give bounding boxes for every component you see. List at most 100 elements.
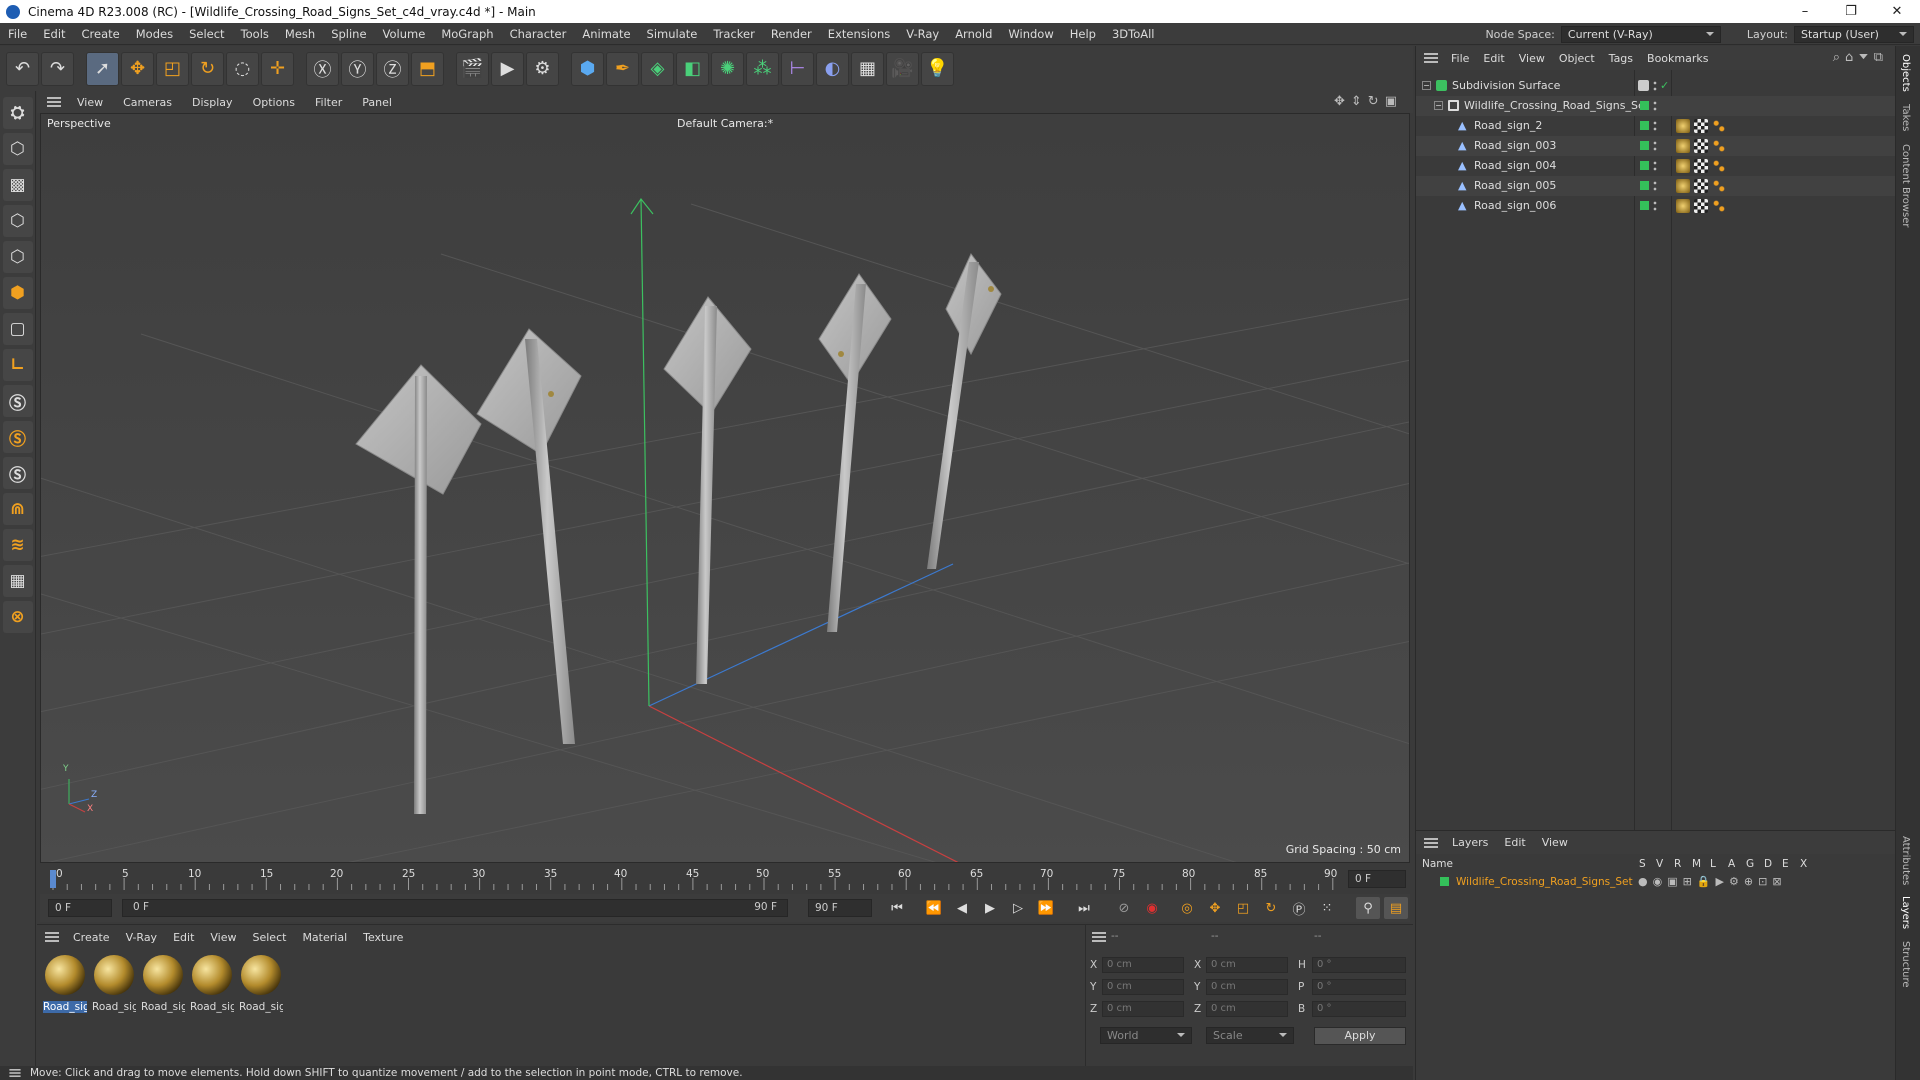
solo-dot-icon[interactable]: ● bbox=[1638, 875, 1653, 888]
field-button[interactable]: ◐ bbox=[816, 51, 849, 86]
record-off-button[interactable]: ⊘ bbox=[1112, 897, 1136, 919]
material-swatch[interactable]: Road_sig bbox=[92, 955, 136, 1013]
light-button[interactable]: 💡 bbox=[921, 51, 954, 86]
menu-mesh[interactable]: Mesh bbox=[277, 23, 323, 45]
keyframe-selection-button[interactable]: ◎ bbox=[1175, 897, 1199, 919]
layers-menu-layers[interactable]: Layers bbox=[1444, 836, 1496, 849]
cloner-button[interactable]: ✺ bbox=[711, 51, 744, 86]
layer-color-icon[interactable] bbox=[1640, 201, 1649, 210]
menu-help[interactable]: Help bbox=[1062, 23, 1104, 45]
timeline-ruler[interactable]: 0 5 10 15 20 25 30 35 40 45 50 55 60 65 … bbox=[40, 866, 1410, 892]
grid-button[interactable]: ▦ bbox=[2, 565, 33, 597]
uv-mode-button[interactable]: ▢ bbox=[2, 313, 33, 345]
status-hamburger-icon[interactable] bbox=[9, 1069, 21, 1077]
size-x-field[interactable]: 0 cm bbox=[1206, 957, 1288, 973]
viewport-menu-options[interactable]: Options bbox=[243, 96, 305, 109]
undo-button[interactable]: ↶ bbox=[6, 51, 39, 86]
editor-visibility-icon[interactable] bbox=[1638, 80, 1649, 91]
viewport-menu-cameras[interactable]: Cameras bbox=[113, 96, 182, 109]
collapse-icon[interactable]: − bbox=[1422, 81, 1431, 90]
timeline-layout-button[interactable]: ▤ bbox=[1384, 897, 1408, 919]
manager-icon[interactable]: ⊞ bbox=[1683, 875, 1697, 888]
next-key-button[interactable]: ⏩ bbox=[1034, 897, 1058, 919]
menu-simulate[interactable]: Simulate bbox=[639, 23, 706, 45]
start-frame-field[interactable]: 0 F bbox=[48, 899, 112, 917]
viewport-hamburger-icon[interactable] bbox=[47, 97, 61, 107]
material-tag-icon[interactable] bbox=[1676, 119, 1690, 133]
snap-button-1[interactable]: Ⓢ bbox=[2, 385, 33, 417]
spline-pen-button[interactable]: ✒ bbox=[606, 51, 639, 86]
minimize-button[interactable]: – bbox=[1782, 0, 1828, 23]
uvw-tag-icon[interactable] bbox=[1694, 159, 1708, 173]
material-menu-vray[interactable]: V-Ray bbox=[118, 931, 166, 944]
layer-color-swatch[interactable] bbox=[1440, 877, 1449, 886]
lock-icon[interactable]: 🔒 bbox=[1697, 875, 1716, 888]
render-view-button[interactable]: ▶ bbox=[491, 51, 524, 86]
3d-viewport[interactable]: Perspective Default Camera:* Grid Spacin… bbox=[40, 113, 1410, 863]
autokey-button[interactable]: ◉ bbox=[1140, 897, 1164, 919]
key-position-button[interactable]: ✥ bbox=[1203, 897, 1227, 919]
current-frame-field[interactable]: 0 F bbox=[1348, 870, 1406, 888]
vray-tag-icon[interactable] bbox=[1712, 119, 1726, 133]
pos-x-field[interactable]: 0 cm bbox=[1102, 957, 1184, 973]
cube-button[interactable]: ⬢ bbox=[571, 51, 604, 86]
motion-mode-button[interactable]: ⚲ bbox=[1356, 897, 1380, 919]
key-rotation-button[interactable]: ↻ bbox=[1259, 897, 1283, 919]
layer-color-icon[interactable] bbox=[1640, 121, 1649, 130]
prev-frame-button[interactable]: ◀ bbox=[950, 897, 974, 919]
axis-mode-button[interactable]: ∟ bbox=[2, 349, 33, 381]
object-menu-object[interactable]: Object bbox=[1552, 52, 1602, 65]
apply-button[interactable]: Apply bbox=[1314, 1027, 1406, 1045]
xref-icon[interactable]: ⊠ bbox=[1772, 875, 1786, 888]
snap-button-3[interactable]: Ⓢ bbox=[2, 457, 33, 489]
menu-create[interactable]: Create bbox=[74, 23, 128, 45]
size-y-field[interactable]: 0 cm bbox=[1206, 979, 1288, 995]
menu-mograph[interactable]: MoGraph bbox=[433, 23, 501, 45]
menu-arnold[interactable]: Arnold bbox=[947, 23, 1000, 45]
viewport-menu-filter[interactable]: Filter bbox=[305, 96, 352, 109]
deformer-icon[interactable]: ⊕ bbox=[1744, 875, 1758, 888]
pos-z-field[interactable]: 0 cm bbox=[1102, 1001, 1184, 1017]
render-region-button[interactable]: 🎬 bbox=[456, 51, 489, 86]
material-menu-edit[interactable]: Edit bbox=[165, 931, 202, 944]
visibility-dots-icon[interactable] bbox=[1653, 160, 1657, 172]
uvw-tag-icon[interactable] bbox=[1694, 179, 1708, 193]
layer-color-icon[interactable] bbox=[1640, 181, 1649, 190]
material-hamburger-icon[interactable] bbox=[45, 932, 59, 942]
viewport-menu-view[interactable]: View bbox=[67, 96, 113, 109]
play-button[interactable]: ▶ bbox=[978, 897, 1002, 919]
menu-spline[interactable]: Spline bbox=[323, 23, 374, 45]
subdivision-button[interactable]: ◈ bbox=[641, 51, 674, 86]
polygons-mode-button[interactable]: ⬢ bbox=[2, 277, 33, 309]
visibility-dots-icon[interactable] bbox=[1653, 180, 1657, 192]
layer-color-icon[interactable] bbox=[1640, 161, 1649, 170]
menu-tracker[interactable]: Tracker bbox=[705, 23, 763, 45]
filter-icon[interactable]: ⏷ bbox=[1858, 50, 1873, 65]
object-menu-tags[interactable]: Tags bbox=[1602, 52, 1640, 65]
tab-content-browser[interactable]: Content Browser bbox=[1900, 144, 1911, 227]
material-swatch[interactable]: Road_sig bbox=[239, 955, 283, 1013]
coord-space-dropdown[interactable]: World bbox=[1100, 1027, 1192, 1044]
end-frame-field[interactable]: 90 F bbox=[808, 899, 872, 917]
material-menu-texture[interactable]: Texture bbox=[355, 931, 411, 944]
material-tag-icon[interactable] bbox=[1676, 139, 1690, 153]
texture-mode-button[interactable]: ▩ bbox=[2, 169, 33, 201]
key-parameter-button[interactable]: Ⓟ bbox=[1287, 897, 1311, 919]
tab-attributes[interactable]: Attributes bbox=[1900, 836, 1911, 885]
maximize-button[interactable]: ❐ bbox=[1828, 0, 1874, 23]
coord-mode-dropdown[interactable]: Scale bbox=[1206, 1027, 1294, 1044]
visibility-dots-icon[interactable] bbox=[1653, 80, 1657, 92]
uvw-tag-icon[interactable] bbox=[1694, 119, 1708, 133]
object-menu-view[interactable]: View bbox=[1512, 52, 1552, 65]
menu-file[interactable]: File bbox=[0, 23, 35, 45]
layers-menu-edit[interactable]: Edit bbox=[1496, 836, 1533, 849]
tab-objects[interactable]: Objects bbox=[1900, 54, 1911, 92]
menu-character[interactable]: Character bbox=[502, 23, 575, 45]
vray-tag-icon[interactable] bbox=[1712, 179, 1726, 193]
edges-mode-button[interactable]: ⬡ bbox=[2, 241, 33, 273]
x-axis-lock-button[interactable]: Ⓧ bbox=[306, 51, 339, 86]
mograph-button[interactable]: ⁂ bbox=[746, 51, 779, 86]
object-row-wildlife-set[interactable]: − Wildlife_Crossing_Road_Signs_Set bbox=[1416, 96, 1896, 116]
size-z-field[interactable]: 0 cm bbox=[1206, 1001, 1288, 1017]
eye-icon[interactable]: ◉ bbox=[1653, 875, 1668, 888]
